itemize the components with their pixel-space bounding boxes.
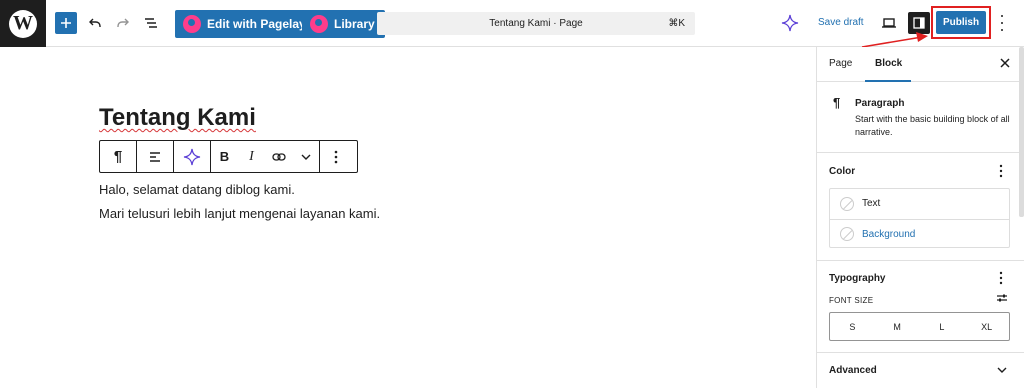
advanced-panel-title: Advanced	[829, 365, 877, 376]
align-group	[137, 141, 174, 172]
wordpress-logo-button[interactable]: W	[0, 0, 46, 47]
redo-button[interactable]	[111, 11, 135, 35]
sidebar-scrollbar[interactable]	[1019, 47, 1024, 217]
chevron-down-icon	[301, 154, 310, 160]
font-size-settings-icon[interactable]	[996, 293, 1008, 303]
dot-icon	[1001, 15, 1003, 18]
sidebar-tabs: Page Block	[817, 47, 1024, 82]
paragraph-block[interactable]: Halo, selamat datang diblog kami.	[99, 182, 295, 197]
advanced-panel[interactable]: Advanced	[817, 353, 1024, 388]
tab-block[interactable]: Block	[875, 58, 902, 69]
color-text-label: Text	[862, 198, 881, 209]
redo-icon	[117, 18, 129, 27]
paragraph-block[interactable]: Mari telusuri lebih lanjut mengenai laya…	[99, 206, 380, 221]
typography-options-icon[interactable]	[999, 271, 1003, 285]
block-description: Start with the basic building block of a…	[855, 114, 1010, 137]
align-left-icon	[150, 151, 160, 162]
font-size-picker: S M L XL	[829, 312, 1010, 341]
block-options-button[interactable]	[320, 141, 352, 172]
paragraph-block-button[interactable]: ¶	[100, 141, 136, 172]
ai-group	[174, 141, 211, 172]
block-card: ¶ Paragraph Start with the basic buildin…	[817, 83, 1024, 153]
edit-with-pagelayer-label: Edit with Pagelayer	[207, 17, 318, 31]
ai-block-button[interactable]	[174, 141, 210, 172]
font-size-option[interactable]: M	[875, 313, 920, 340]
chevron-down-icon	[997, 367, 1007, 373]
more-formatting-button[interactable]	[292, 141, 319, 172]
italic-icon: I	[249, 148, 254, 164]
align-text-button[interactable]	[137, 141, 173, 172]
post-title[interactable]: Tentang Kami	[99, 104, 256, 132]
block-toolbar: ¶ B I	[99, 140, 358, 173]
sparkle-icon	[781, 14, 799, 32]
dot-icon	[1001, 28, 1003, 31]
undo-icon	[89, 18, 101, 27]
active-tab-indicator	[865, 80, 911, 82]
close-icon	[1000, 58, 1010, 68]
tab-page[interactable]: Page	[829, 58, 852, 69]
color-panel-title: Color	[829, 166, 856, 177]
font-size-option[interactable]: L	[920, 313, 965, 340]
font-size-option[interactable]: XL	[964, 313, 1009, 340]
save-draft-button[interactable]: Save draft	[818, 17, 864, 28]
bold-icon: B	[219, 149, 230, 164]
color-background-option[interactable]: Background	[830, 219, 1009, 248]
settings-sidebar: Page Block ¶ Paragraph Start with the ba…	[816, 47, 1024, 388]
bold-button[interactable]: B	[211, 141, 238, 172]
color-swatch-icon	[840, 227, 854, 241]
color-options-list: Text Background	[829, 188, 1010, 248]
pagelayer-library-icon	[310, 15, 328, 33]
editor-canvas: Tentang Kami ¶ B I Halo, selamat datang …	[0, 47, 816, 388]
options-group	[320, 141, 352, 172]
link-icon	[271, 152, 286, 161]
format-group: B I	[211, 141, 320, 172]
color-swatch-icon	[840, 196, 854, 211]
block-name: Paragraph	[855, 98, 905, 109]
wordpress-logo-icon: W	[9, 9, 37, 38]
color-options-icon[interactable]	[999, 164, 1003, 178]
document-title: Tentang Kami · Page	[489, 18, 583, 29]
more-vertical-icon	[334, 150, 338, 163]
publish-highlight-box: Publish	[931, 6, 991, 39]
plus-icon	[61, 18, 71, 28]
list-view-icon	[145, 18, 157, 28]
paragraph-icon: ¶	[833, 95, 841, 110]
ai-assistant-button[interactable]	[778, 11, 802, 35]
font-size-option[interactable]: S	[830, 313, 875, 340]
undo-button[interactable]	[83, 11, 107, 35]
dot-icon	[1001, 21, 1003, 24]
color-background-label: Background	[862, 228, 916, 240]
block-type-group: ¶	[100, 141, 137, 172]
italic-button[interactable]: I	[238, 141, 265, 172]
font-size-label: FONT SIZE	[829, 296, 874, 305]
publish-button[interactable]: Publish	[936, 11, 986, 34]
close-sidebar-button[interactable]	[998, 56, 1012, 70]
command-shortcut: ⌘K	[668, 18, 685, 29]
color-text-option[interactable]: Text	[830, 189, 1009, 218]
options-menu-button[interactable]	[997, 13, 1007, 33]
document-overview-button[interactable]	[139, 11, 163, 35]
link-button[interactable]	[265, 141, 292, 172]
paragraph-icon: ¶	[113, 148, 123, 165]
typography-panel-title: Typography	[829, 273, 886, 284]
library-label: Library	[334, 17, 375, 31]
command-palette-bar[interactable]: Tentang Kami · Page ⌘K	[377, 12, 695, 35]
library-button[interactable]: Library	[302, 10, 385, 38]
sparkle-icon	[183, 148, 201, 165]
block-inserter-button[interactable]	[55, 12, 77, 34]
pagelayer-logo-icon	[183, 15, 201, 33]
